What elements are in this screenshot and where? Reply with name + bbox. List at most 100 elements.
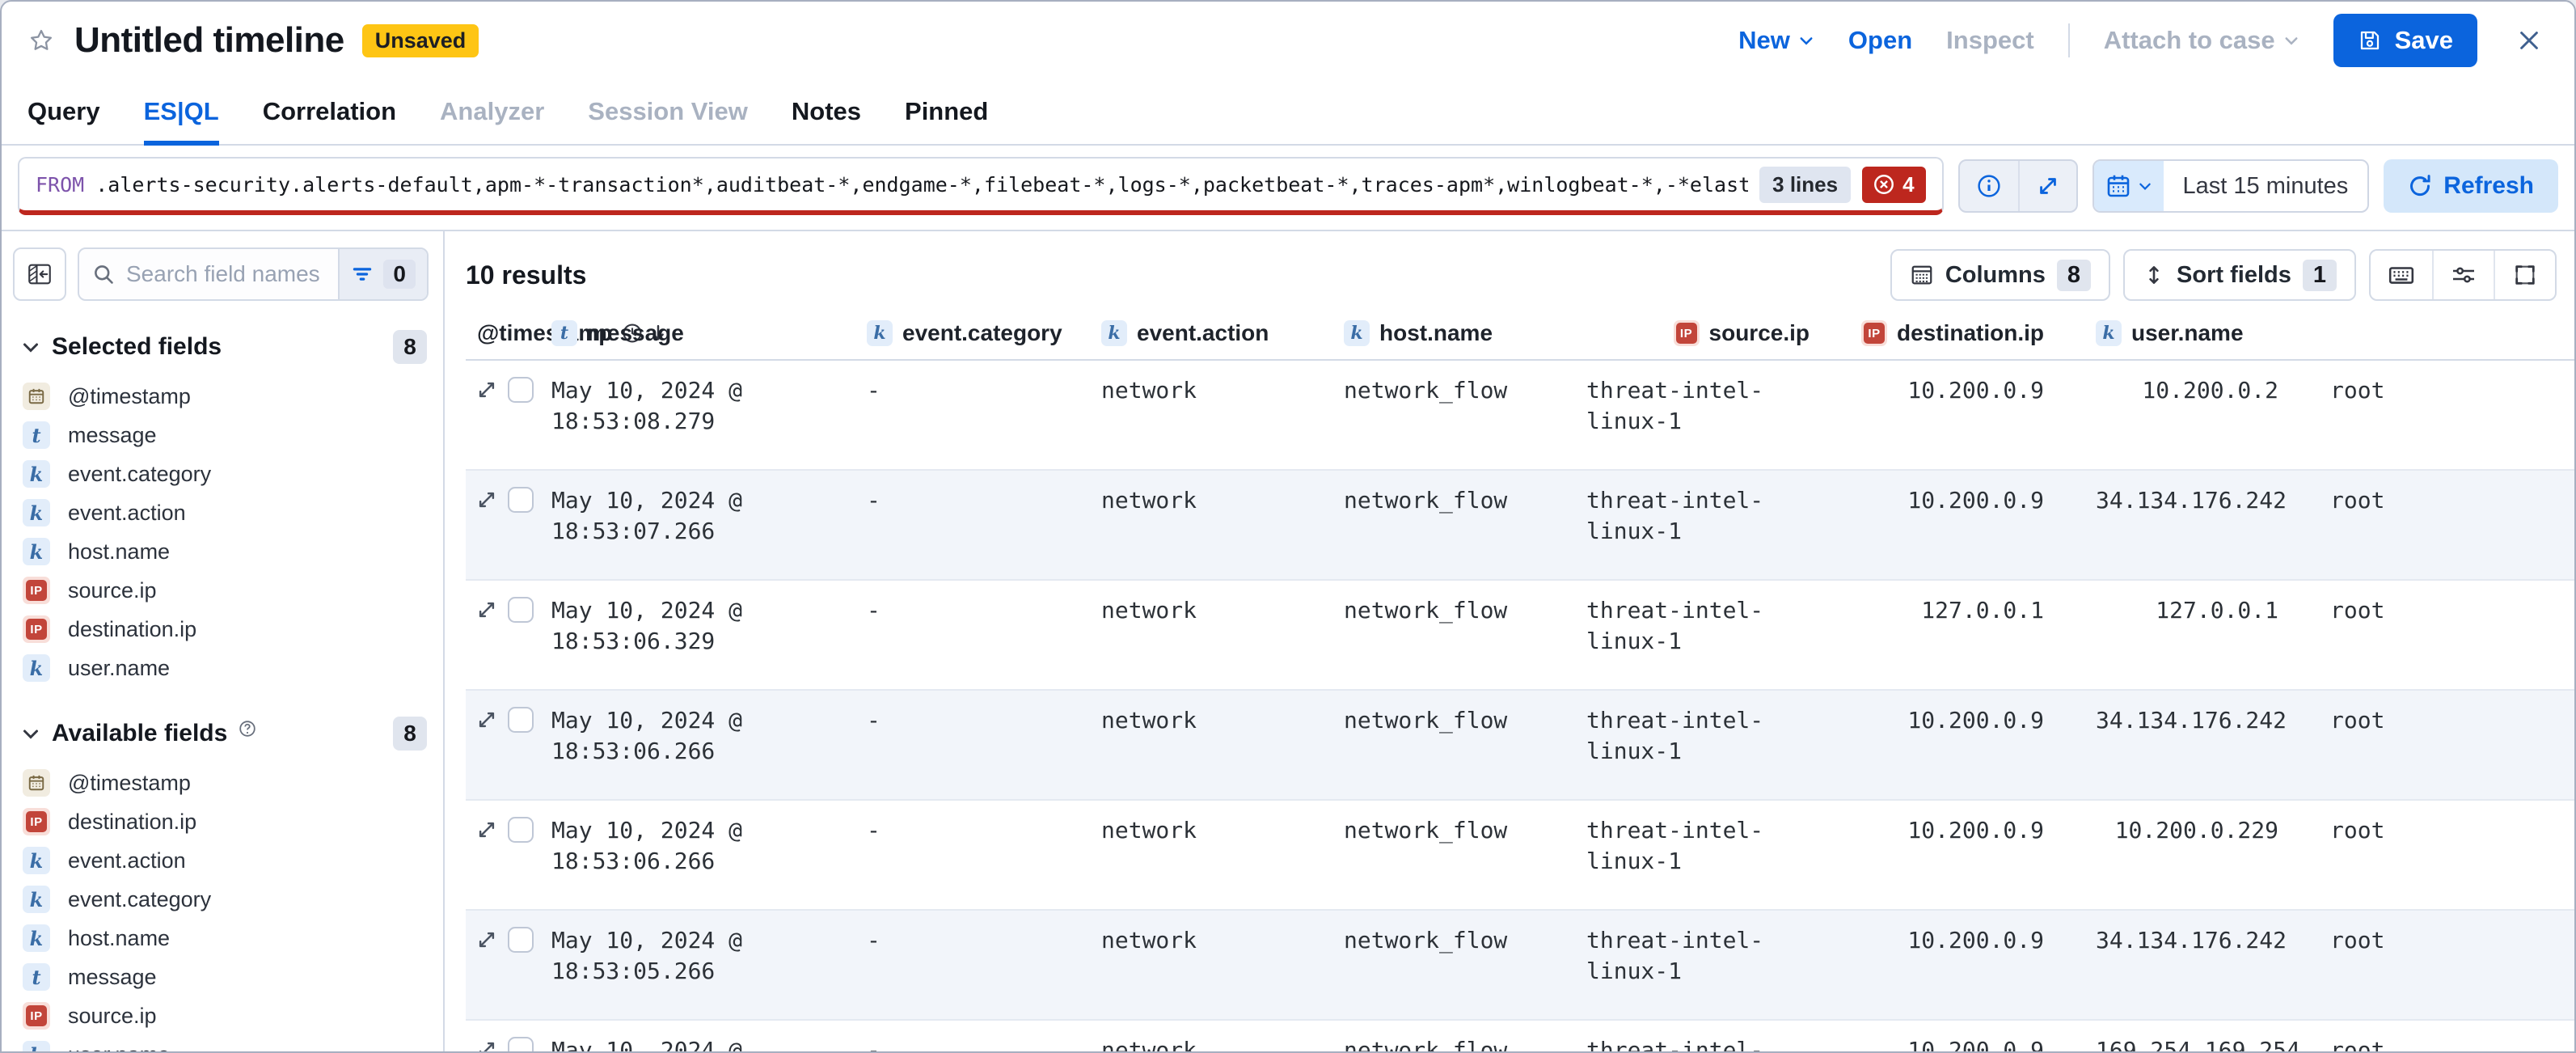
- field-item-source.ip[interactable]: IP source.ip: [2, 571, 443, 610]
- expand-event-icon[interactable]: [475, 708, 498, 731]
- field-item-event.category[interactable]: k event.category: [2, 880, 443, 919]
- column-label: source.ip: [1708, 320, 1810, 345]
- field-item-destination.ip[interactable]: IP destination.ip: [2, 802, 443, 841]
- date-picker-calendar-button[interactable]: [2093, 161, 2164, 211]
- tab-pinned[interactable]: Pinned: [905, 79, 988, 144]
- field-item-event.category[interactable]: k event.category: [2, 455, 443, 493]
- column-header-destination.ip[interactable]: IP destination.ip: [1850, 320, 2084, 346]
- cell-host.name: threat-intel-linux-1: [1586, 377, 1764, 434]
- column-label: destination.ip: [1897, 320, 2044, 345]
- save-icon: [2360, 31, 2379, 50]
- error-count-badge[interactable]: 4: [1862, 166, 1926, 203]
- field-item-user.name[interactable]: k user.name: [2, 649, 443, 687]
- row-checkbox[interactable]: [508, 817, 534, 843]
- expand-event-icon[interactable]: [475, 378, 498, 401]
- available-fields-heading[interactable]: Available fields 8: [2, 717, 443, 751]
- field-search-input[interactable]: Search field names 0: [78, 247, 429, 301]
- favorite-star-icon[interactable]: [26, 25, 57, 56]
- field-item-@timestamp[interactable]: @timestamp: [2, 763, 443, 802]
- columns-button[interactable]: Columns 8: [1890, 249, 2111, 301]
- field-label: @timestamp: [68, 383, 191, 408]
- column-header-source.ip[interactable]: IP source.ip: [1575, 320, 1850, 346]
- column-header-@timestamp[interactable]: @timestamp: [466, 320, 665, 346]
- expand-event-icon[interactable]: [475, 1038, 498, 1051]
- cell-source.ip: 10.200.0.9: [1907, 487, 2044, 514]
- sidebar-top: Search field names 0: [2, 247, 443, 301]
- column-header-event.action[interactable]: k event.action: [1090, 320, 1332, 346]
- expand-event-icon[interactable]: [475, 598, 498, 621]
- text-token-icon: t: [23, 421, 50, 449]
- selected-fields-heading[interactable]: Selected fields 8: [2, 330, 443, 364]
- cell-destination.ip: 169.254.169.254: [2096, 1037, 2300, 1051]
- column-header-message[interactable]: t message: [540, 320, 855, 346]
- row-checkbox[interactable]: [508, 927, 534, 953]
- sort-fields-button[interactable]: Sort fields 1: [2123, 249, 2356, 301]
- new-button[interactable]: New: [1738, 26, 1814, 55]
- cell-source.ip: 10.200.0.9: [1907, 1037, 2044, 1051]
- row-checkbox[interactable]: [508, 1037, 534, 1051]
- tab-session-view[interactable]: Session View: [588, 79, 748, 144]
- search-placeholder: Search field names: [126, 261, 320, 286]
- expand-editor-button[interactable]: [2017, 161, 2076, 211]
- fullscreen-button[interactable]: [2494, 251, 2555, 299]
- keyword-token-icon: k: [1101, 320, 1127, 346]
- esql-query-editor[interactable]: FROM .alerts-security.alerts-default,apm…: [18, 157, 1944, 215]
- chevron-down-icon: [2139, 183, 2151, 190]
- field-item-@timestamp[interactable]: @timestamp: [2, 377, 443, 416]
- save-button[interactable]: Save: [2333, 14, 2477, 67]
- tab-notes[interactable]: Notes: [792, 79, 861, 144]
- cell-message: -: [867, 1037, 880, 1051]
- open-button[interactable]: Open: [1848, 26, 1912, 55]
- query-info-button[interactable]: [1960, 161, 2018, 211]
- collapse-sidebar-button[interactable]: [13, 247, 66, 301]
- column-header-user.name[interactable]: k user.name: [2084, 320, 2319, 346]
- expand-event-icon[interactable]: [475, 818, 498, 841]
- ip-token-icon: IP: [1861, 320, 1887, 346]
- row-checkbox[interactable]: [508, 597, 534, 623]
- field-item-event.action[interactable]: k event.action: [2, 841, 443, 880]
- row-checkbox[interactable]: [508, 707, 534, 733]
- field-item-event.action[interactable]: k event.action: [2, 493, 443, 532]
- expand-event-icon[interactable]: [475, 488, 498, 511]
- row-checkbox[interactable]: [508, 377, 534, 403]
- attach-to-case-button[interactable]: Attach to case: [2104, 26, 2299, 55]
- refresh-button[interactable]: Refresh: [2384, 159, 2558, 213]
- keyword-token-icon: k: [1344, 320, 1370, 346]
- close-icon[interactable]: [2511, 23, 2547, 58]
- field-item-user.name[interactable]: k user.name: [2, 1035, 443, 1051]
- column-header-event.category[interactable]: k event.category: [855, 320, 1090, 346]
- time-range-label[interactable]: Last 15 minutes: [2164, 173, 2368, 200]
- sliders-icon: [2453, 267, 2474, 283]
- field-item-host.name[interactable]: k host.name: [2, 919, 443, 958]
- tab-correlation[interactable]: Correlation: [263, 79, 396, 144]
- keyword-token-icon: k: [23, 886, 50, 913]
- available-fields-list: @timestamp IP destination.ip k event.action k…: [2, 763, 443, 1051]
- chevron-down-icon: [21, 337, 40, 357]
- field-item-destination.ip[interactable]: IP destination.ip: [2, 610, 443, 649]
- timeline-window: Untitled timeline Unsaved New Open Inspe…: [0, 0, 2576, 1053]
- field-item-source.ip[interactable]: IP source.ip: [2, 996, 443, 1035]
- tab-query[interactable]: Query: [27, 79, 100, 144]
- field-label: event.action: [68, 500, 186, 525]
- row-checkbox[interactable]: [508, 487, 534, 513]
- field-filter-button[interactable]: 0: [338, 249, 427, 299]
- cell-destination.ip: 10.200.0.229: [2114, 817, 2278, 844]
- field-item-host.name[interactable]: k host.name: [2, 532, 443, 571]
- cell-@timestamp: May 10, 2024 @: [551, 1037, 743, 1051]
- grid-display-controls: [2369, 249, 2557, 301]
- selected-fields-count: 8: [393, 330, 427, 364]
- field-label: message: [68, 964, 157, 989]
- field-label: user.name: [68, 1042, 170, 1052]
- field-item-message[interactable]: t message: [2, 416, 443, 455]
- display-options-button[interactable]: [2432, 251, 2494, 299]
- cell-event.action: network_flow: [1344, 487, 1508, 514]
- editor-control-group: [1957, 159, 2078, 213]
- cell-host.name: threat-intel-linux-1: [1586, 597, 1764, 654]
- tab-analyzer[interactable]: Analyzer: [440, 79, 544, 144]
- field-item-message[interactable]: t message: [2, 958, 443, 996]
- column-header-host.name[interactable]: k host.name: [1332, 320, 1575, 346]
- keyboard-shortcuts-button[interactable]: [2371, 251, 2432, 299]
- tab-es-ql[interactable]: ES|QL: [143, 79, 219, 146]
- expand-event-icon[interactable]: [475, 928, 498, 951]
- inspect-button[interactable]: Inspect: [1946, 26, 2034, 55]
